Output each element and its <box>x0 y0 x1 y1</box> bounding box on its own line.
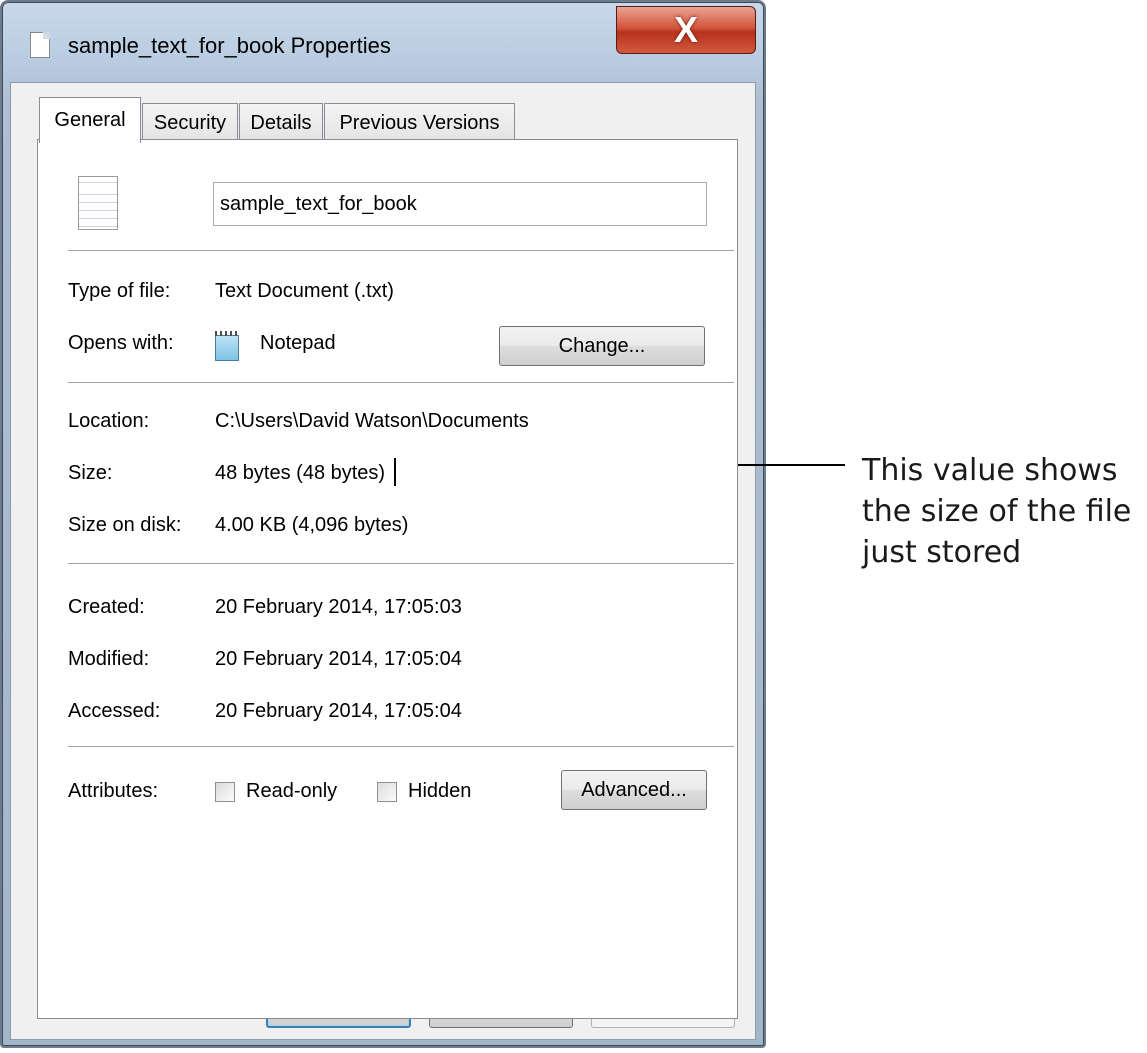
type-of-file-value: Text Document (.txt) <box>215 280 394 302</box>
file-name-input[interactable] <box>213 182 707 226</box>
accessed-label: Accessed: <box>68 700 161 722</box>
location-label: Location: <box>68 410 150 432</box>
annotation-line: the size of the file <box>862 494 1132 529</box>
separator <box>68 563 734 565</box>
annotation-callout: This value shows the size of the file ju… <box>862 450 1131 573</box>
dialog-client-area: General Security Details Previous Versio… <box>10 82 756 1040</box>
hidden-checkbox[interactable] <box>377 782 397 802</box>
annotation-line: just stored <box>862 535 1022 570</box>
opens-with-label: Opens with: <box>68 332 174 354</box>
general-tab-panel: Type of file: Text Document (.txt) Opens… <box>37 139 738 1019</box>
change-button[interactable]: Change... <box>499 326 705 366</box>
type-of-file-label: Type of file: <box>68 280 171 302</box>
text-document-icon <box>78 176 118 230</box>
text-cursor <box>394 458 396 486</box>
annotation-line: This value shows <box>862 453 1118 488</box>
opens-with-value: Notepad <box>260 332 336 354</box>
modified-value: 20 February 2014, 17:05:04 <box>215 648 462 670</box>
tab-general-label: General <box>54 109 126 131</box>
size-on-disk-value: 4.00 KB (4,096 bytes) <box>215 514 409 536</box>
separator <box>68 746 734 748</box>
read-only-label[interactable]: Read-only <box>246 780 337 803</box>
created-value: 20 February 2014, 17:05:03 <box>215 596 462 618</box>
size-label: Size: <box>68 462 113 484</box>
tab-general[interactable]: General <box>39 97 141 143</box>
separator <box>68 382 734 384</box>
properties-window: sample_text_for_book Properties X Genera… <box>0 0 766 1048</box>
size-on-disk-label: Size on disk: <box>68 514 182 536</box>
modified-label: Modified: <box>68 648 150 670</box>
separator <box>68 250 734 252</box>
accessed-value: 20 February 2014, 17:05:04 <box>215 700 462 722</box>
read-only-checkbox[interactable] <box>215 782 235 802</box>
size-value: 48 bytes (48 bytes) <box>215 462 386 484</box>
notepad-icon <box>215 331 239 361</box>
advanced-button[interactable]: Advanced... <box>561 770 707 810</box>
created-label: Created: <box>68 596 145 618</box>
attributes-label: Attributes: <box>68 780 159 802</box>
hidden-label[interactable]: Hidden <box>408 780 471 803</box>
location-value: C:\Users\David Watson\Documents <box>215 410 529 432</box>
